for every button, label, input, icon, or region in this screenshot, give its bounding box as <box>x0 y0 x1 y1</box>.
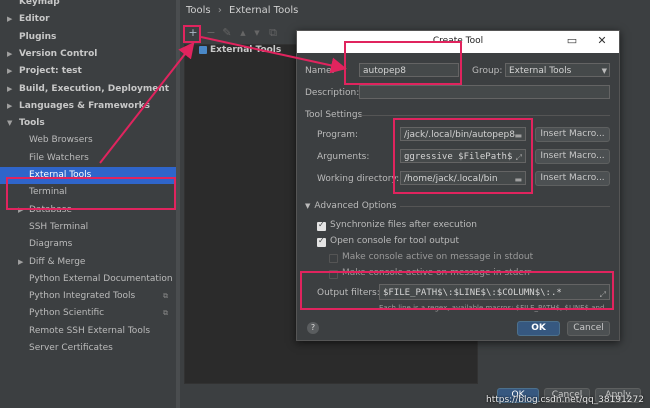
arrow-sidebar-to-add <box>99 41 195 164</box>
watermark: https://blog.csdn.net/qq_38191272 <box>485 395 644 405</box>
annotation-arrows <box>99 36 347 164</box>
arrow-add-to-dialog <box>200 36 347 74</box>
